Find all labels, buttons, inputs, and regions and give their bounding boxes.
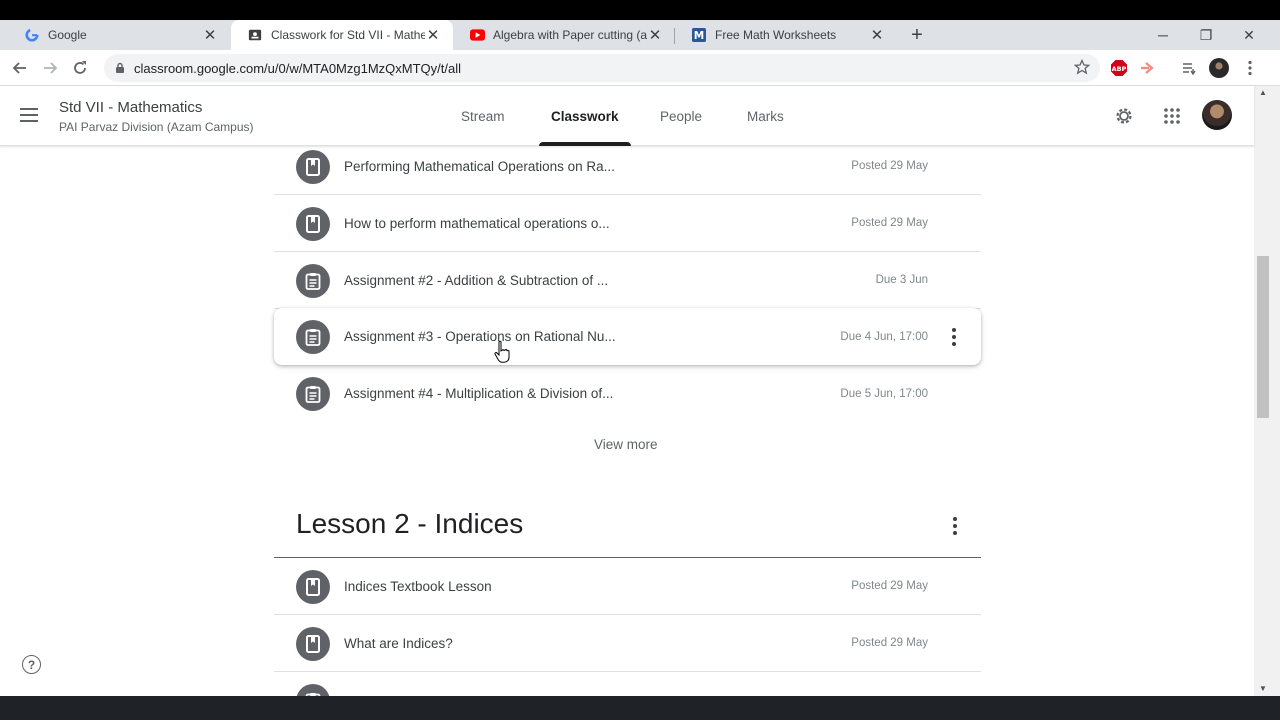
material-book-icon <box>296 207 330 241</box>
google-g-icon <box>24 27 40 43</box>
restore-icon[interactable]: ❐ <box>1184 20 1228 50</box>
list-item[interactable]: How to perform mathematical operations o… <box>274 195 981 252</box>
browser-tab-strip: Google ✕ Classwork for Std VII - Mathema… <box>0 20 1280 50</box>
item-title: Assignment #2 - Addition & Subtraction o… <box>344 272 609 288</box>
item-date: Posted 29 May <box>851 580 928 592</box>
class-name[interactable]: Std VII - Mathematics <box>59 99 202 116</box>
svg-text:ABP: ABP <box>1112 65 1127 73</box>
topic-title: Lesson 2 - Indices <box>296 508 524 539</box>
tab-marks[interactable]: Marks <box>735 86 796 146</box>
close-icon[interactable]: ✕ <box>647 27 663 44</box>
bookmark-star-icon[interactable] <box>1073 58 1091 78</box>
window-close-icon[interactable]: ✕ <box>1227 20 1271 50</box>
classwork-content: Performing Mathematical Operations on Ra… <box>0 146 1254 696</box>
back-arrow-icon[interactable] <box>8 56 32 80</box>
classroom-app: Std VII - Mathematics PAI Parvaz Divisio… <box>0 86 1280 696</box>
tab-title: Free Math Worksheets <box>715 28 837 42</box>
item-title: Performing Mathematical Operations on Ra… <box>344 158 615 174</box>
item-date: Posted 29 May <box>851 160 928 172</box>
view-more-button[interactable]: View more <box>586 433 666 456</box>
list-item[interactable]: Assignment #3 - Operations on Rational N… <box>274 308 981 365</box>
item-date: Posted 29 May <box>851 217 928 229</box>
assignment-clipboard-icon <box>296 684 330 696</box>
assignment-clipboard-icon <box>296 320 330 354</box>
scroll-down-icon[interactable]: ▼ <box>1258 684 1268 693</box>
list-item[interactable]: What are Indices? Posted 29 May <box>274 615 981 672</box>
more-vert-icon[interactable] <box>948 516 962 536</box>
os-taskbar <box>0 696 1280 720</box>
close-icon[interactable]: ✕ <box>425 27 441 44</box>
item-title: Assignment #3 - Operations on Rational N… <box>344 329 616 344</box>
help-icon[interactable]: ? <box>22 655 41 674</box>
item-title: How to perform mathematical operations o… <box>344 215 610 231</box>
item-date: Due 3 Jun <box>875 274 928 286</box>
hamburger-menu-icon[interactable] <box>20 104 46 128</box>
list-item[interactable]: Indices Textbook Lesson Posted 29 May <box>274 558 981 615</box>
apps-grid-icon[interactable] <box>1160 104 1184 128</box>
settings-gear-icon[interactable] <box>1112 104 1136 128</box>
screen-top-bar <box>0 0 1280 20</box>
item-date: Due 4 Jun, 17:00 <box>840 330 928 343</box>
tab-people[interactable]: People <box>648 86 714 146</box>
more-vert-icon[interactable] <box>947 326 961 348</box>
lock-icon <box>114 62 126 74</box>
tab-free-math-worksheets[interactable]: M Free Math Worksheets ✕ <box>675 20 897 50</box>
reading-list-icon[interactable] <box>1177 56 1201 80</box>
account-avatar[interactable] <box>1202 100 1232 130</box>
tab-google[interactable]: Google ✕ <box>8 20 230 50</box>
m-logo-icon: M <box>691 27 707 43</box>
list-item[interactable]: Performing Mathematical Operations on Ra… <box>274 138 981 195</box>
adblock-icon[interactable]: ABP <box>1107 56 1131 80</box>
minimize-icon[interactable]: ─ <box>1141 20 1185 50</box>
extension-arrow-icon[interactable] <box>1136 56 1160 80</box>
class-section: PAI Parvaz Division (Azam Campus) <box>59 120 254 134</box>
tab-title: Algebra with Paper cutting (a+b) <box>493 28 647 42</box>
close-icon[interactable]: ✕ <box>869 27 885 44</box>
item-title: What are Indices? <box>344 635 453 651</box>
tab-classwork[interactable]: Classwork <box>539 86 631 146</box>
close-icon[interactable]: ✕ <box>202 27 218 44</box>
svg-text:M: M <box>694 30 704 42</box>
tab-stream[interactable]: Stream <box>449 86 517 146</box>
item-date: Due 5 Jun, 17:00 <box>840 387 928 400</box>
hand-cursor-icon <box>494 340 510 363</box>
material-book-icon <box>296 627 330 661</box>
profile-avatar-icon[interactable] <box>1207 56 1231 80</box>
forward-arrow-icon[interactable] <box>38 56 62 80</box>
url-text: classroom.google.com/u/0/w/MTA0Mzg1MzQxM… <box>134 60 462 76</box>
classroom-icon <box>247 27 263 43</box>
item-title: Indices Textbook Lesson <box>344 578 492 594</box>
material-book-icon <box>296 570 330 604</box>
new-tab-plus-icon[interactable]: + <box>906 24 928 46</box>
class-header: Std VII - Mathematics PAI Parvaz Divisio… <box>0 86 1254 146</box>
address-bar[interactable]: classroom.google.com/u/0/w/MTA0Mzg1MzQxM… <box>104 54 1100 82</box>
item-date: Posted 29 May <box>851 637 928 649</box>
list-item[interactable] <box>274 672 981 696</box>
scroll-up-icon[interactable]: ▲ <box>1258 88 1268 97</box>
list-item[interactable]: Assignment #2 - Addition & Subtraction o… <box>274 252 981 309</box>
reload-icon[interactable] <box>68 56 92 80</box>
material-book-icon <box>296 150 330 184</box>
tab-title: Classwork for Std VII - Mathemat <box>271 28 425 42</box>
tab-title: Google <box>48 28 87 42</box>
assignment-clipboard-icon <box>296 264 330 298</box>
browser-menu-icon[interactable] <box>1238 56 1262 80</box>
assignment-clipboard-icon <box>296 377 330 411</box>
list-item[interactable]: Assignment #4 - Multiplication & Divisio… <box>274 365 981 422</box>
scrollbar-thumb[interactable] <box>1257 256 1269 418</box>
tab-classwork[interactable]: Classwork for Std VII - Mathemat ✕ <box>231 20 453 50</box>
youtube-icon <box>469 27 485 43</box>
tab-algebra-video[interactable]: Algebra with Paper cutting (a+b) ✕ <box>453 20 675 50</box>
browser-toolbar: classroom.google.com/u/0/w/MTA0Mzg1MzQxM… <box>0 50 1280 86</box>
item-title: Assignment #4 - Multiplication & Divisio… <box>344 386 614 401</box>
